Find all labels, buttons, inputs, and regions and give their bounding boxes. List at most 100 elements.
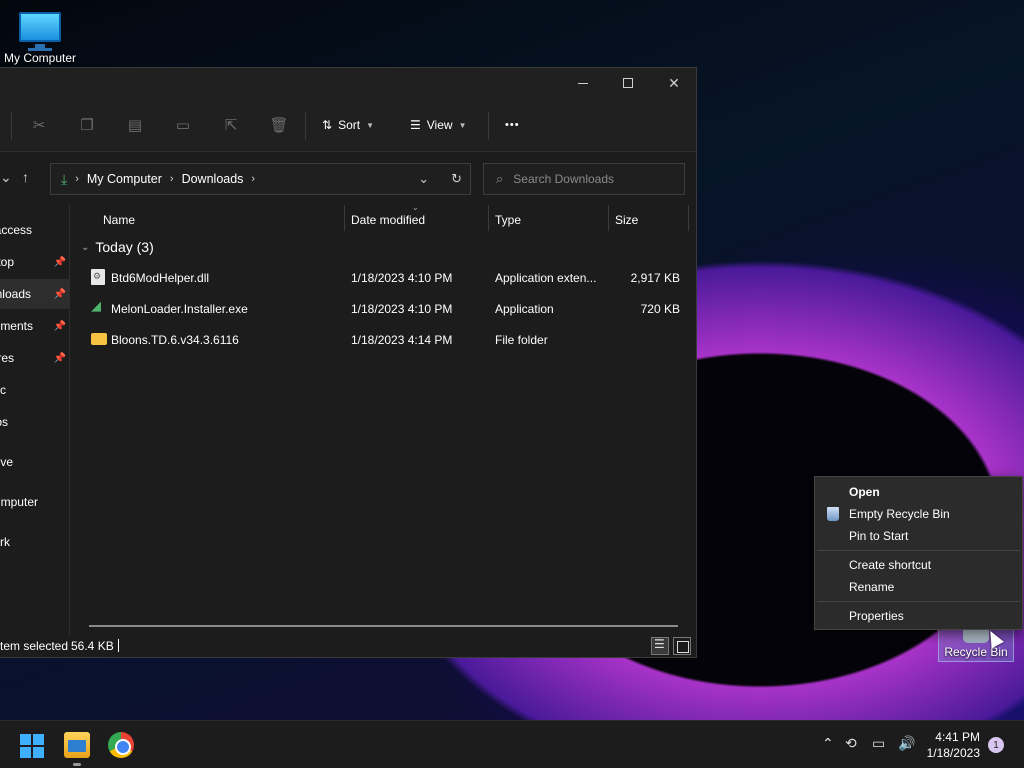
recycle-bin-icon bbox=[827, 507, 839, 521]
desktop-icon-label: My Computer bbox=[3, 51, 77, 65]
share-button[interactable]: ⇱ bbox=[221, 115, 241, 135]
breadcrumb-chevron-icon[interactable]: › bbox=[170, 173, 174, 185]
sidebar-item-documents[interactable]: ments 📌 bbox=[0, 311, 69, 341]
status-bar: tem selected 56.4 KB bbox=[0, 635, 696, 657]
toolbar-separator bbox=[11, 112, 12, 140]
file-name: MelonLoader.Installer.exe bbox=[111, 302, 248, 316]
exe-file-icon: ◢ bbox=[91, 298, 101, 313]
sidebar-item-label: rk bbox=[0, 535, 10, 549]
sidebar-item-videos[interactable]: os bbox=[0, 407, 69, 437]
monitor-icon bbox=[19, 12, 61, 50]
sidebar-item-my-computer[interactable]: mputer bbox=[0, 487, 69, 517]
context-menu: Open Empty Recycle Bin Pin to Start Crea… bbox=[814, 476, 1023, 630]
file-row[interactable]: Btd6ModHelper.dll 1/18/2023 4:10 PM Appl… bbox=[71, 263, 696, 293]
column-headers: ⌄ Name Date modified Type Size bbox=[71, 203, 696, 235]
chevron-down-icon: ▼ bbox=[458, 120, 467, 130]
status-selected-count: tem selected bbox=[0, 639, 69, 653]
column-separator[interactable] bbox=[488, 205, 489, 231]
column-separator[interactable] bbox=[344, 205, 345, 231]
delete-button[interactable]: 🗑 bbox=[269, 115, 289, 135]
close-icon: ✕ bbox=[668, 74, 680, 91]
more-options-button[interactable]: ••• bbox=[505, 113, 520, 137]
sort-icon: ⇅ bbox=[322, 118, 333, 132]
sidebar-item-quick-access[interactable]: access bbox=[0, 215, 69, 245]
sidebar-item-label: nloads bbox=[0, 287, 31, 301]
system-clock[interactable]: 4:41 PM 1/18/2023 bbox=[922, 729, 980, 761]
column-separator[interactable] bbox=[608, 205, 609, 231]
column-separator[interactable] bbox=[688, 205, 689, 231]
sidebar-item-desktop[interactable]: top 📌 bbox=[0, 247, 69, 277]
address-history-chevron-icon[interactable]: ⌄ bbox=[418, 171, 429, 187]
breadcrumb-my-computer[interactable]: My Computer bbox=[87, 172, 162, 186]
minimize-button[interactable] bbox=[560, 68, 606, 98]
column-header-name[interactable]: Name bbox=[103, 213, 135, 227]
breadcrumb-downloads[interactable]: Downloads bbox=[182, 172, 244, 186]
recent-locations-chevron-icon[interactable]: ⌄ bbox=[0, 169, 12, 186]
up-arrow-icon[interactable]: ↑ bbox=[22, 169, 29, 185]
file-explorer-taskbar-icon[interactable] bbox=[64, 732, 90, 758]
sidebar-item-pictures[interactable]: res 📌 bbox=[0, 343, 69, 373]
menu-item-properties[interactable]: Properties bbox=[815, 605, 1022, 627]
sidebar-item-onedrive[interactable]: ive bbox=[0, 447, 69, 477]
more-icon: ••• bbox=[505, 119, 520, 131]
chevron-down-icon: ⌄ bbox=[81, 241, 90, 253]
sort-button[interactable]: ⇅ Sort ▼ bbox=[322, 113, 374, 137]
sidebar-item-downloads[interactable]: nloads 📌 bbox=[0, 279, 69, 309]
search-box[interactable]: ⌕ Search Downloads bbox=[483, 163, 685, 195]
horizontal-scrollbar[interactable] bbox=[89, 625, 678, 627]
paste-button[interactable]: ▤ bbox=[125, 115, 145, 135]
menu-item-rename[interactable]: Rename bbox=[815, 576, 1022, 598]
column-header-type[interactable]: Type bbox=[495, 213, 521, 227]
sidebar-item-label: res bbox=[0, 351, 14, 365]
breadcrumb-chevron-icon[interactable]: › bbox=[251, 173, 255, 185]
group-label: Today (3) bbox=[95, 239, 154, 255]
volume-icon[interactable]: 🔊 bbox=[898, 735, 915, 752]
clipboard-icon: ▤ bbox=[127, 117, 143, 134]
clock-date: 1/18/2023 bbox=[926, 746, 980, 760]
trash-icon: 🗑 bbox=[269, 117, 289, 134]
menu-separator bbox=[817, 601, 1020, 602]
cut-button[interactable]: ✂ bbox=[29, 115, 49, 135]
file-name: Bloons.TD.6.v34.3.6116 bbox=[111, 333, 239, 347]
large-icons-view-button[interactable] bbox=[673, 637, 691, 655]
menu-item-create-shortcut[interactable]: Create shortcut bbox=[815, 554, 1022, 576]
close-button[interactable]: ✕ bbox=[651, 68, 697, 98]
group-header-today[interactable]: ⌄ Today (3) bbox=[81, 239, 154, 255]
sidebar-item-network[interactable]: rk bbox=[0, 527, 69, 557]
sync-alert-icon[interactable]: ⟲ bbox=[845, 735, 857, 752]
start-button[interactable] bbox=[20, 734, 44, 758]
pin-icon: 📌 bbox=[53, 256, 66, 268]
menu-item-pin-to-start[interactable]: Pin to Start bbox=[815, 525, 1022, 547]
desktop-icon-my-computer[interactable]: My Computer bbox=[0, 8, 80, 65]
download-icon: ⤓ bbox=[61, 170, 68, 187]
network-icon[interactable]: ▭ bbox=[872, 735, 885, 752]
toolbar-separator bbox=[305, 112, 306, 140]
maximize-button[interactable] bbox=[605, 68, 651, 98]
file-row[interactable]: ◢ MelonLoader.Installer.exe 1/18/2023 4:… bbox=[71, 294, 696, 324]
menu-item-label: Pin to Start bbox=[849, 529, 909, 543]
column-header-size[interactable]: Size bbox=[615, 213, 638, 227]
address-bar[interactable]: ⤓ › My Computer › Downloads › ⌄ ↻ bbox=[50, 163, 471, 195]
menu-item-open[interactable]: Open bbox=[815, 481, 1022, 503]
details-view-button[interactable] bbox=[651, 637, 669, 655]
file-size: 720 KB bbox=[640, 302, 680, 316]
menu-item-empty-recycle-bin[interactable]: Empty Recycle Bin bbox=[815, 503, 1022, 525]
sidebar-item-label: top bbox=[0, 255, 14, 269]
breadcrumb-chevron-icon[interactable]: › bbox=[75, 173, 79, 185]
windows-logo-pane bbox=[33, 734, 44, 745]
copy-icon: ❐ bbox=[80, 117, 94, 134]
copy-button[interactable]: ❐ bbox=[77, 115, 97, 135]
title-bar[interactable]: ✕ bbox=[0, 68, 696, 98]
column-header-date[interactable]: Date modified bbox=[351, 213, 425, 227]
taskbar: ⌃ ⟲ ▭ 🔊 4:41 PM 1/18/2023 1 bbox=[0, 720, 1024, 768]
view-button[interactable]: ☰ View ▼ bbox=[410, 113, 466, 137]
notification-badge[interactable]: 1 bbox=[988, 737, 1004, 753]
chrome-taskbar-icon[interactable] bbox=[108, 732, 134, 758]
refresh-icon[interactable]: ↻ bbox=[451, 171, 462, 187]
file-row[interactable]: Bloons.TD.6.v34.3.6116 1/18/2023 4:14 PM… bbox=[71, 325, 696, 355]
show-hidden-icons-chevron-icon[interactable]: ⌃ bbox=[822, 735, 834, 752]
rename-button[interactable]: ▭ bbox=[173, 115, 193, 135]
file-type: Application exten... bbox=[495, 271, 597, 285]
sidebar-item-music[interactable]: c bbox=[0, 375, 69, 405]
pin-icon: 📌 bbox=[53, 352, 66, 364]
